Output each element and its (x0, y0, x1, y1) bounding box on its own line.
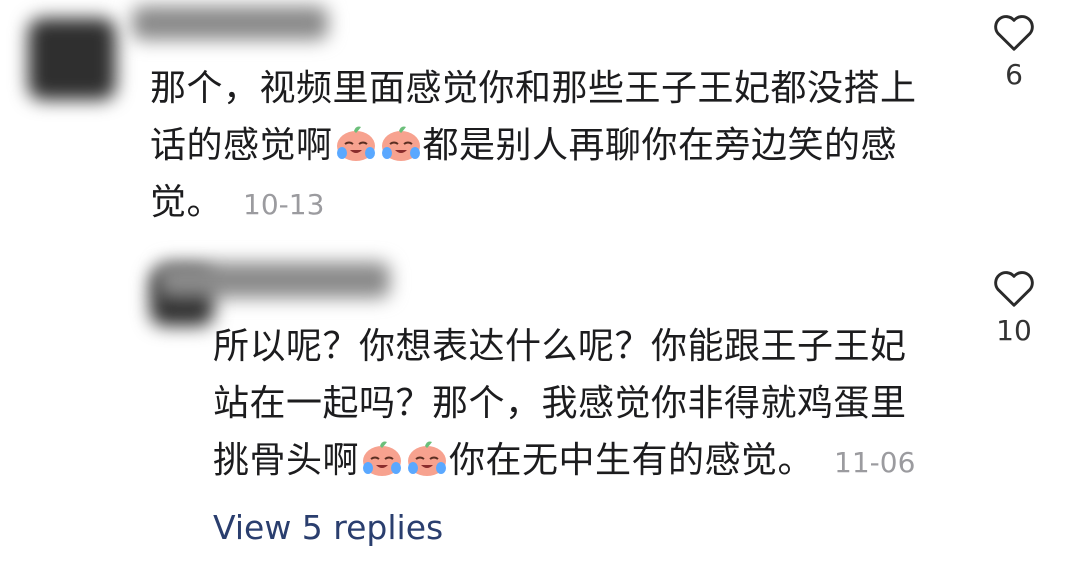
like-button[interactable]: 10 (984, 268, 1044, 347)
comment-date: 11-06 (834, 446, 916, 479)
heart-icon[interactable] (992, 12, 1036, 52)
comment-date: 10-13 (243, 188, 325, 221)
comment-text: 所以呢？你想表达什么呢？你能跟王子王妃 站在一起吗？那个，我感觉你非得就鸡蛋里 … (213, 326, 916, 481)
username[interactable] (132, 6, 328, 40)
comment-text: 那个，视频里面感觉你和那些王子王妃都没搭上 话的感觉啊 都是别人再聊你在旁边笑的感… (150, 68, 917, 223)
crying-laughing-emoji (379, 123, 423, 163)
username[interactable] (158, 262, 390, 298)
like-count: 10 (996, 314, 1032, 347)
heart-icon[interactable] (992, 268, 1036, 308)
like-count: 6 (1005, 58, 1023, 91)
avatar[interactable] (28, 18, 116, 100)
crying-laughing-emoji (405, 438, 449, 478)
like-button[interactable]: 6 (984, 12, 1044, 91)
crying-laughing-emoji (360, 438, 404, 478)
view-replies-link[interactable]: View 5 replies (213, 508, 443, 547)
crying-laughing-emoji (334, 123, 378, 163)
